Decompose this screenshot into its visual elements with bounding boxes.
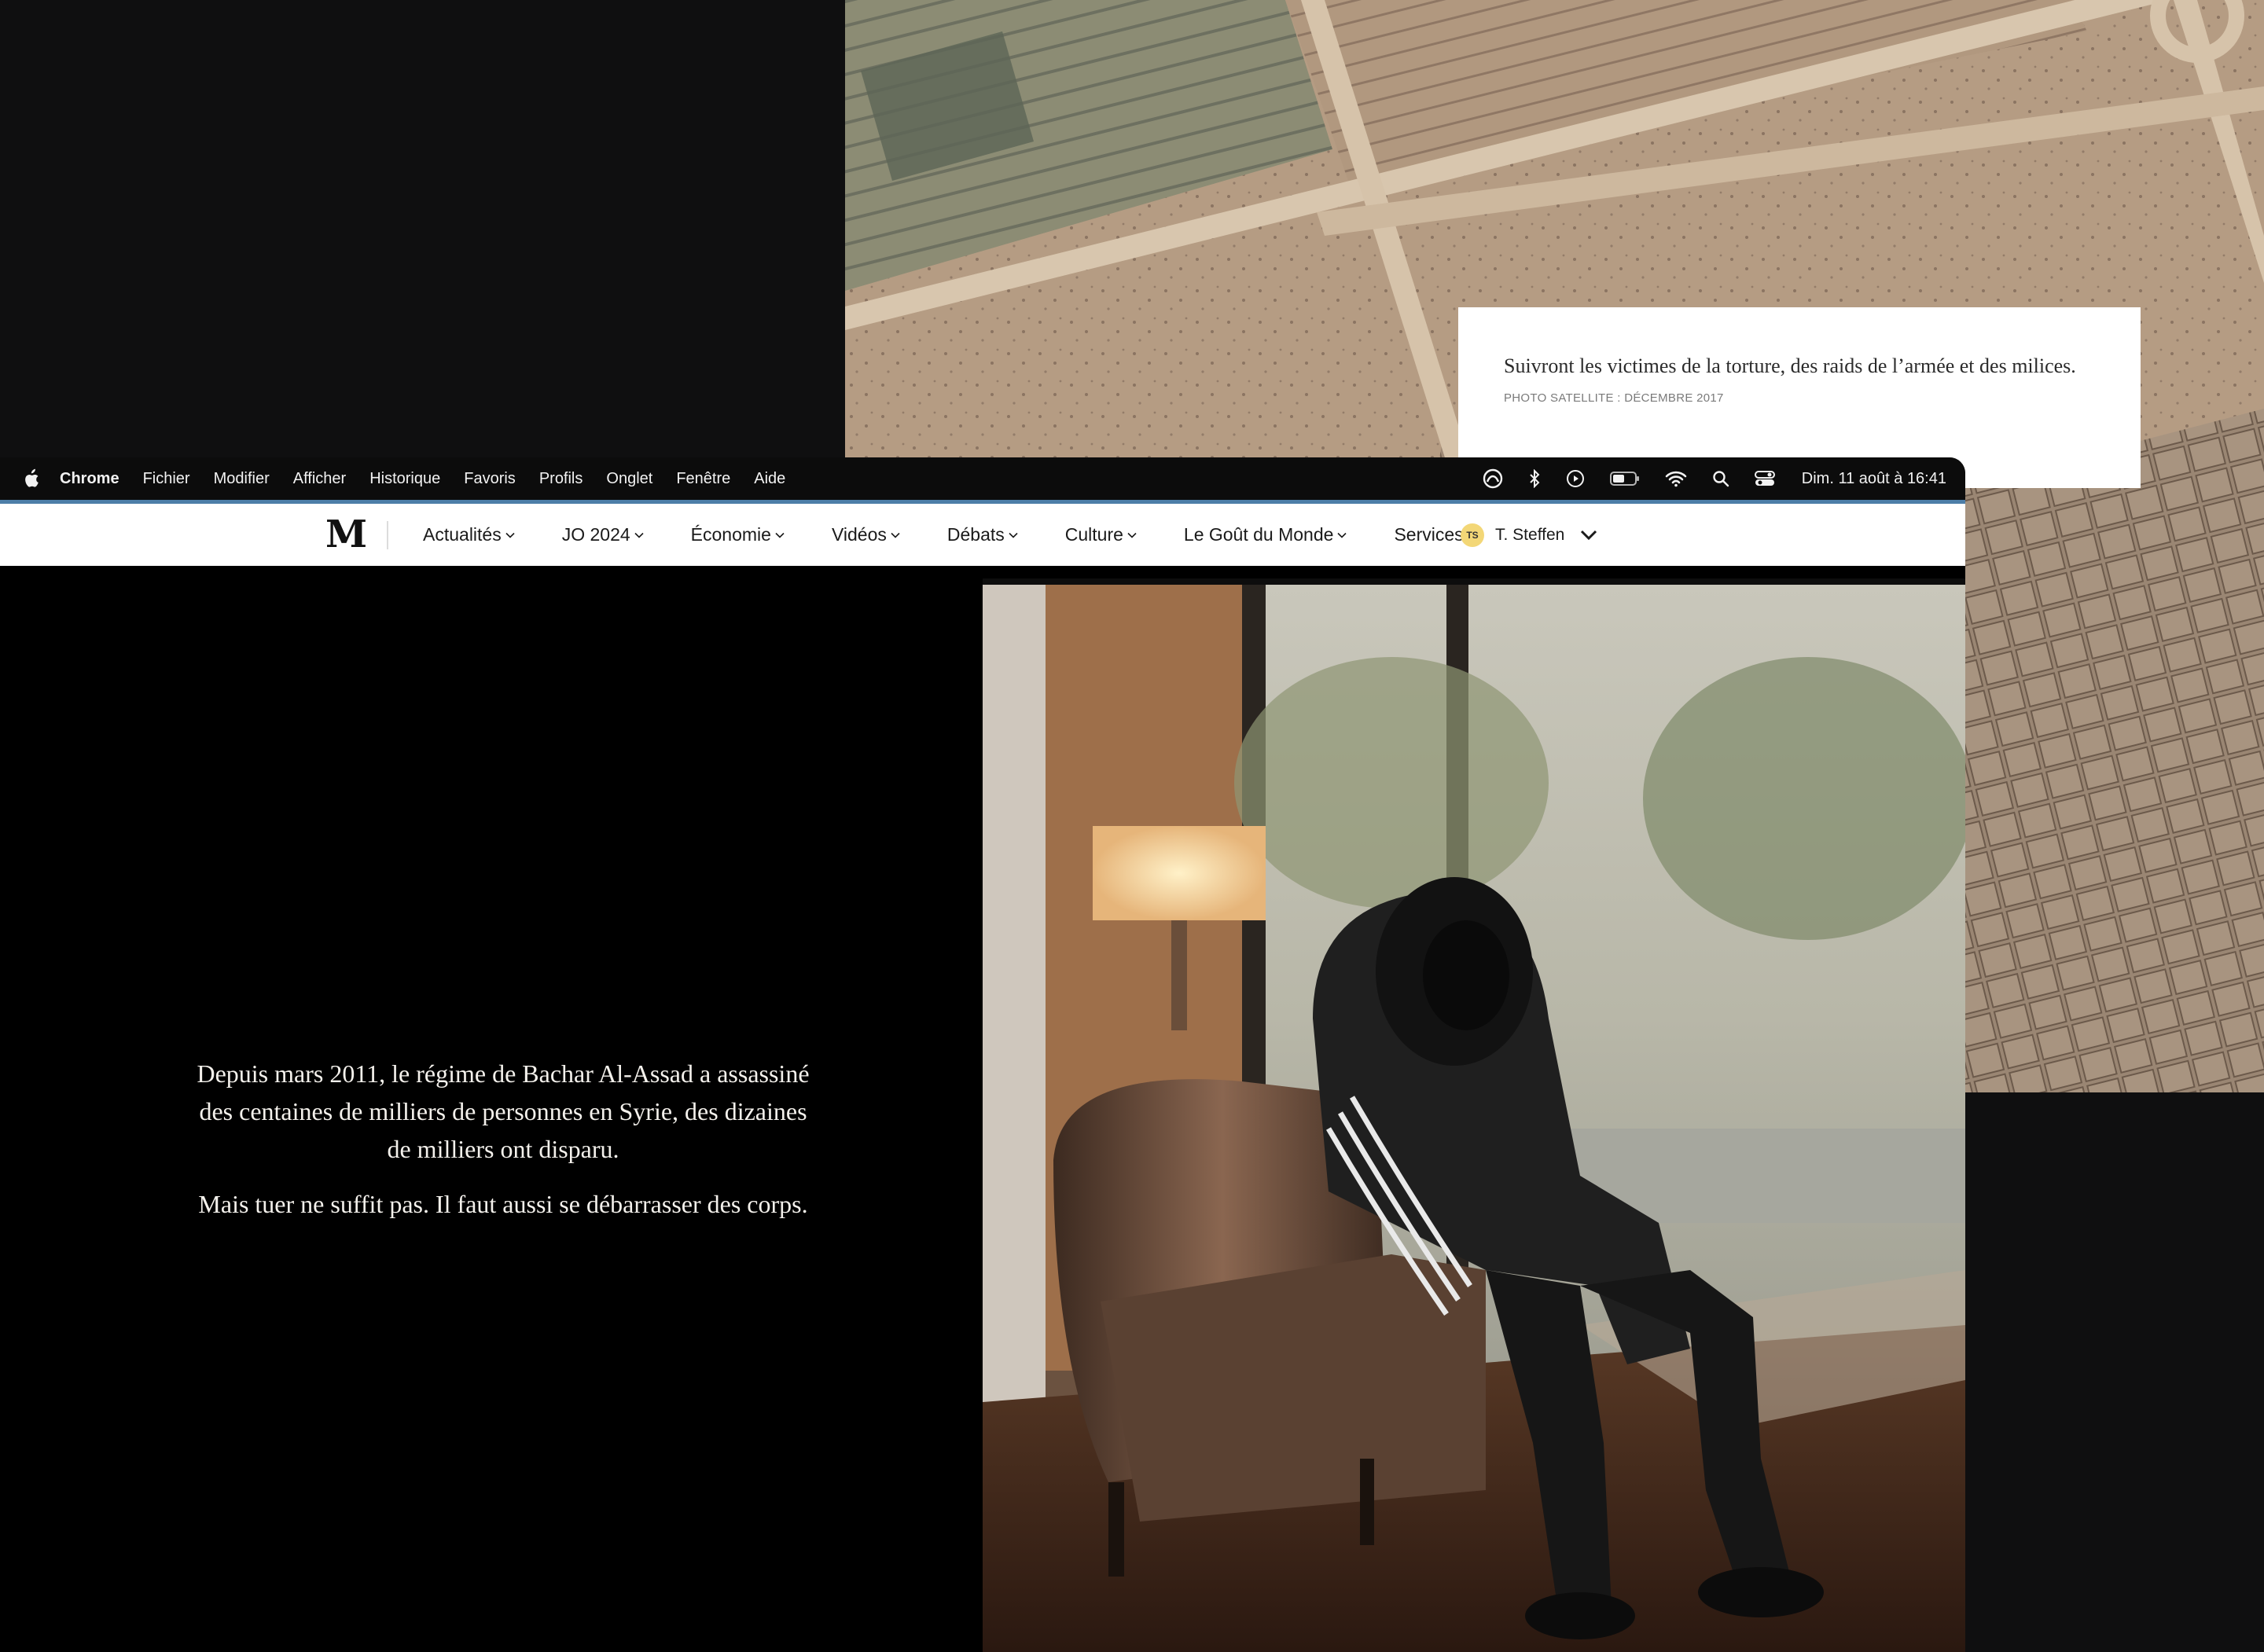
nav-item-label: Culture (1064, 524, 1123, 545)
menu-item-afficher[interactable]: Afficher (293, 470, 346, 488)
apple-icon[interactable] (22, 468, 39, 489)
macos-menu-bar: Chrome Fichier Modifier Afficher Histori… (0, 457, 1965, 500)
nav-item-culture[interactable]: Culture (1065, 524, 1137, 545)
chevron-down-icon[interactable] (1580, 530, 1597, 541)
nav-menu: Actualités JO 2024 Économie Vidéos Débat… (423, 504, 1477, 566)
battery-icon[interactable] (1609, 471, 1640, 486)
site-logo[interactable]: M (325, 515, 367, 554)
wifi-icon[interactable] (1665, 470, 1687, 487)
nav-item-label: Vidéos (831, 524, 887, 545)
menu-item-fenetre[interactable]: Fenêtre (676, 470, 730, 488)
nav-item-actualites[interactable]: Actualités (423, 524, 515, 545)
nav-item-label: Débats (946, 524, 1005, 545)
portrait-photo (983, 578, 1965, 1652)
user-name[interactable]: T. Steffen (1495, 526, 1564, 545)
site-nav-bar: M Actualités JO 2024 Économie Vidéos Déb… (0, 504, 1965, 566)
menu-item-aide[interactable]: Aide (754, 470, 785, 488)
menu-item-historique[interactable]: Historique (369, 470, 440, 488)
bluetooth-icon[interactable] (1528, 469, 1541, 488)
nav-item-le-gout-du-monde[interactable]: Le Goût du Monde (1184, 524, 1347, 545)
menu-item-modifier[interactable]: Modifier (214, 470, 270, 488)
article-paragraph: Depuis mars 2011, le régime de Bachar Al… (197, 1059, 810, 1163)
search-icon[interactable] (1712, 470, 1729, 487)
nav-item-label: Actualités (423, 524, 502, 545)
article-paragraph: Mais tuer ne suffit pas. Il faut aussi s… (198, 1190, 808, 1218)
menu-item-favoris[interactable]: Favoris (464, 470, 516, 488)
menu-item-onglet[interactable]: Onglet (606, 470, 652, 488)
menu-item-profils[interactable]: Profils (539, 470, 583, 488)
nav-item-debats[interactable]: Débats (947, 524, 1018, 545)
menu-status-area: Dim. 11 août à 16:41 (1457, 468, 1946, 489)
article-photo (983, 578, 1965, 1652)
nav-item-label: Services (1394, 524, 1464, 545)
chevron-down-icon (1127, 532, 1137, 538)
user-account-menu[interactable]: TS T. Steffen (1461, 504, 1597, 566)
chevron-down-icon (775, 532, 785, 538)
menu-item-fichier[interactable]: Fichier (143, 470, 190, 488)
nav-item-jo-2024[interactable]: JO 2024 (562, 524, 644, 545)
control-center-icon[interactable] (1754, 470, 1775, 487)
browser-window: Chrome Fichier Modifier Afficher Histori… (0, 457, 1965, 1652)
chevron-down-icon (1337, 532, 1347, 538)
nav-item-label: Économie (690, 524, 771, 545)
menu-app-name[interactable]: Chrome (60, 470, 119, 488)
creative-cloud-icon[interactable] (1483, 468, 1503, 489)
nav-separator (387, 521, 388, 549)
satellite-caption-text: Suivront les victimes de la torture, des… (1504, 354, 2076, 377)
avatar[interactable]: TS (1461, 523, 1484, 547)
chevron-down-icon (1009, 532, 1018, 538)
play-icon[interactable] (1566, 469, 1585, 488)
menu-clock[interactable]: Dim. 11 août à 16:41 (1802, 470, 1946, 488)
satellite-caption-credit: PHOTO SATELLITE : DÉCEMBRE 2017 (1504, 391, 1724, 405)
nav-item-videos[interactable]: Vidéos (832, 524, 900, 545)
article-intro: Depuis mars 2011, le régime de Bachar Al… (189, 1055, 818, 1240)
chevron-down-icon (634, 532, 644, 538)
chevron-down-icon (891, 532, 900, 538)
chevron-down-icon (505, 532, 515, 538)
nav-item-label: Le Goût du Monde (1183, 524, 1334, 545)
nav-item-economie[interactable]: Économie (691, 524, 785, 545)
nav-item-label: JO 2024 (561, 524, 630, 545)
